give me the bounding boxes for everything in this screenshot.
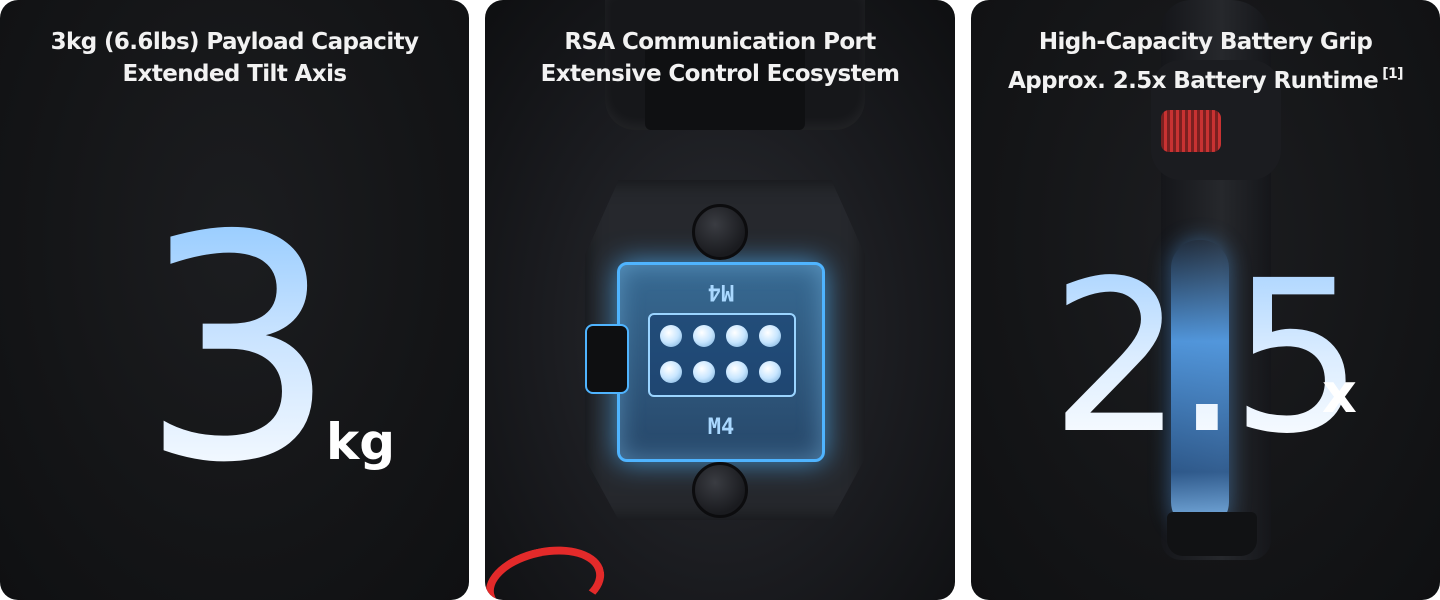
port-pin-block (648, 313, 796, 397)
port-pin (759, 325, 781, 347)
rsa-title-line2: Extensive Control Ecosystem (540, 61, 900, 87)
rsa-port-illustration: M4 M4 (617, 262, 825, 462)
rsa-port-panel: RSA Communication Port Extensive Control… (485, 0, 955, 600)
payload-unit: kg (326, 413, 396, 471)
footnote-marker: [1] (1382, 66, 1403, 82)
payload-title-line1: 3kg (6.6lbs) Payload Capacity (50, 29, 419, 55)
payload-value: 3 (140, 170, 337, 531)
port-pin (726, 361, 748, 383)
mount-knob-top (692, 204, 748, 260)
battery-title-line2-text: Approx. 2.5x Battery Runtime (1008, 68, 1379, 94)
payload-panel: 3kg (6.6lbs) Payload Capacity Extended T… (0, 0, 469, 600)
battery-value: 2.5 (1050, 235, 1364, 480)
battery-unit: x (1322, 362, 1357, 425)
port-pin (660, 325, 682, 347)
mount-knob-bottom (692, 462, 748, 518)
port-label-bottom: M4 (707, 415, 735, 440)
port-side-tab (585, 324, 629, 394)
battery-title-line1: High-Capacity Battery Grip (1038, 29, 1373, 55)
port-pin (693, 325, 715, 347)
port-label-top: M4 (707, 279, 735, 304)
port-pin (759, 361, 781, 383)
grip-bottom-cap (1167, 512, 1257, 556)
rsa-title: RSA Communication Port Extensive Control… (485, 26, 955, 90)
payload-title: 3kg (6.6lbs) Payload Capacity Extended T… (0, 26, 469, 90)
port-pin (660, 361, 682, 383)
payload-title-line2: Extended Tilt Axis (122, 61, 348, 87)
red-focus-ring (485, 536, 611, 600)
grip-red-ring (1161, 110, 1221, 152)
port-pin (693, 361, 715, 383)
battery-title: High-Capacity Battery Grip Approx. 2.5x … (971, 26, 1440, 97)
rsa-title-line1: RSA Communication Port (564, 29, 876, 55)
port-pin (726, 325, 748, 347)
battery-title-line2: Approx. 2.5x Battery Runtime [1] (971, 58, 1440, 97)
